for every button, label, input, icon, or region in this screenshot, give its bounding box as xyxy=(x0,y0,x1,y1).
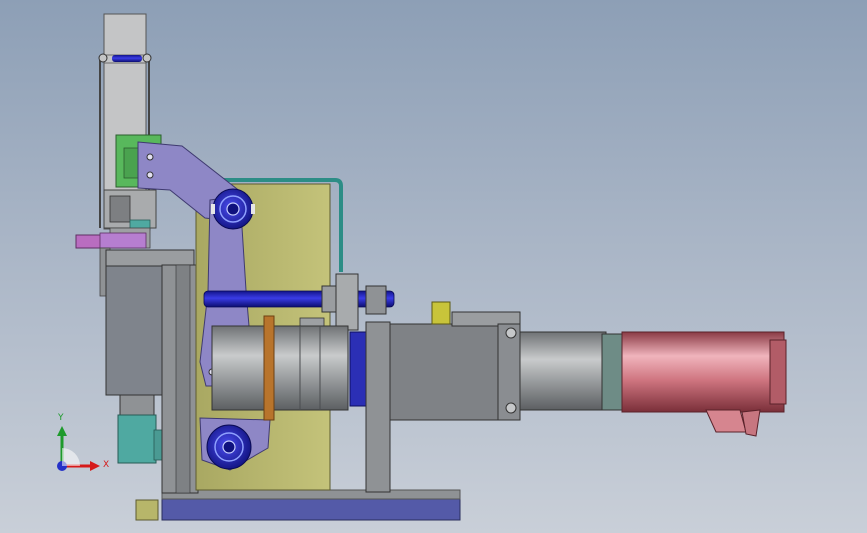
motor-neck xyxy=(519,331,607,411)
base-plate xyxy=(161,497,461,521)
upper-link-hole-2 xyxy=(146,171,154,179)
gearbox-bolt-bottom xyxy=(505,402,517,414)
magenta-block-right xyxy=(99,232,147,249)
shaft-nut xyxy=(365,285,387,315)
small-foot-block xyxy=(135,499,159,521)
central-drum xyxy=(211,325,349,411)
shaft-coupler xyxy=(335,273,359,331)
servo-motor xyxy=(621,331,785,413)
gearbox-bolt-top xyxy=(505,327,517,339)
triad-y-label: Y xyxy=(58,413,64,423)
triad-x-label: X xyxy=(103,460,110,470)
assembly-drawing xyxy=(57,13,787,521)
frame-right-upright xyxy=(365,321,391,493)
left-housing xyxy=(105,264,167,396)
teal-block xyxy=(117,414,157,464)
upper-pin xyxy=(112,55,142,62)
magenta-block xyxy=(75,234,103,249)
base-plate-top xyxy=(161,489,461,500)
frame-left-upright-inner xyxy=(175,264,191,494)
motor-neck-flange xyxy=(601,333,625,411)
blue-flange xyxy=(349,331,367,407)
motor-end-cap xyxy=(769,339,787,405)
left-lower-block xyxy=(119,394,155,418)
grip-dark-part xyxy=(109,195,131,223)
upper-link-hole-1 xyxy=(146,153,154,161)
teal-block-side xyxy=(153,429,163,461)
motor-connector xyxy=(705,409,747,433)
upper-pin-end xyxy=(98,53,108,63)
cad-viewport[interactable]: Y X xyxy=(0,0,867,533)
upper-pin-end-2 xyxy=(142,53,152,63)
lower-roller-wheel xyxy=(206,424,252,470)
coordinate-triad xyxy=(57,426,100,471)
copper-ring xyxy=(263,315,275,421)
left-housing-top xyxy=(105,249,195,267)
yellow-tab xyxy=(431,301,451,325)
